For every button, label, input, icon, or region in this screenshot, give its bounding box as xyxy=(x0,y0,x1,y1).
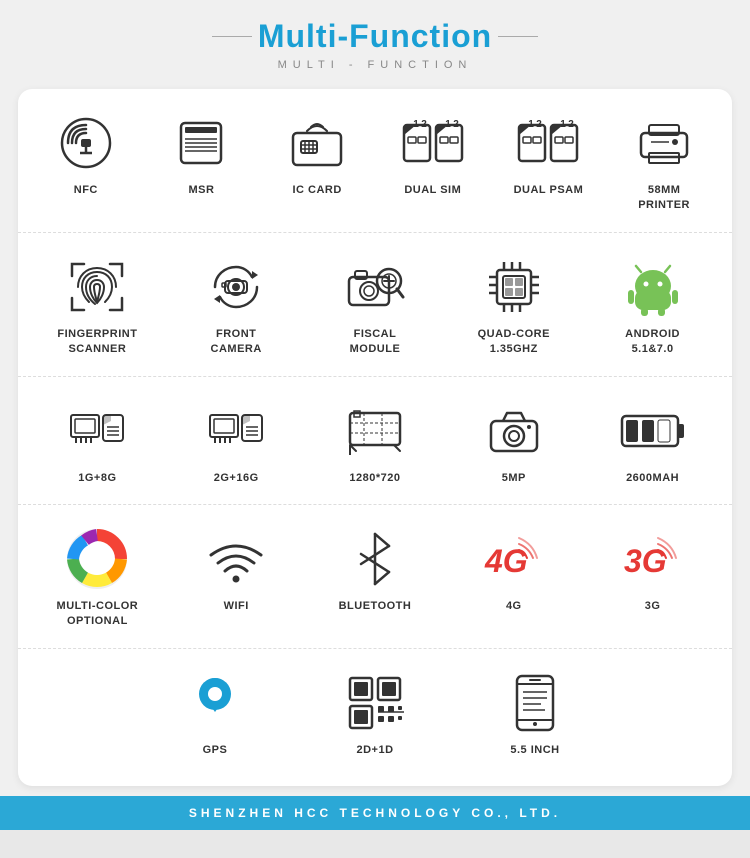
android-label: ANDROID5.1&7.0 xyxy=(625,327,680,358)
feature-dual-psam: 1 2 1 2 DUAL PSAM xyxy=(498,111,598,198)
2g16g-label: 2G+16G xyxy=(214,471,259,486)
feature-4g: 4G 4G xyxy=(464,527,564,614)
page-title: Multi-Function xyxy=(258,18,492,55)
wifi-icon xyxy=(204,527,268,591)
1g8g-label: 1G+8G xyxy=(78,471,116,486)
page-wrapper: Multi-Function MULTI - FUNCTION xyxy=(0,0,750,830)
4g-icon: 4G xyxy=(482,527,546,591)
svg-text:1: 1 xyxy=(445,119,451,130)
feature-2g16g: 2G+16G xyxy=(186,399,286,486)
front-camera-label: FRONTCAMERA xyxy=(211,327,262,358)
feature-fingerprint: FINGERPRINTSCANNER xyxy=(47,255,147,358)
ic-card-label: IC CARD xyxy=(292,183,341,198)
svg-text:1: 1 xyxy=(413,119,419,130)
main-card: NFC MSR xyxy=(18,89,732,786)
feature-msr: MSR xyxy=(151,111,251,198)
feature-3g: 3G 3G xyxy=(603,527,703,614)
2d1d-label: 2D+1D xyxy=(356,743,393,758)
nfc-label: NFC xyxy=(74,183,98,198)
footer: SHENZHEN HCC TECHNOLOGY CO., LTD. xyxy=(0,796,750,830)
3g-icon: 3G xyxy=(621,527,685,591)
feature-ic-card: IC CARD xyxy=(267,111,367,198)
fiscal-label: FISCALMODULE xyxy=(350,327,401,358)
fingerprint-label: FINGERPRINTSCANNER xyxy=(57,327,137,358)
gps-label: GPS xyxy=(203,743,228,758)
multicolor-label: MULTI-COLOROPTIONAL xyxy=(57,599,139,630)
feature-row-3: 1G+8G xyxy=(18,377,732,505)
printer-icon xyxy=(632,111,696,175)
resolution-label: 1280*720 xyxy=(349,471,400,486)
feature-1g8g: 1G+8G xyxy=(47,399,147,486)
header: Multi-Function MULTI - FUNCTION xyxy=(0,0,750,79)
2g16g-icon xyxy=(204,399,268,463)
feature-battery: 2600MAH xyxy=(603,399,703,486)
feature-front-camera: FRONTCAMERA xyxy=(186,255,286,358)
feature-dual-sim: 1 2 1 2 DUAL SIM xyxy=(383,111,483,198)
feature-fiscal: FISCALMODULE xyxy=(325,255,425,358)
feature-android: ANDROID5.1&7.0 xyxy=(603,255,703,358)
android-icon xyxy=(621,255,685,319)
fiscal-module-icon xyxy=(343,255,407,319)
inch-icon xyxy=(503,671,567,735)
svg-text:2: 2 xyxy=(537,119,543,130)
resolution-icon xyxy=(343,399,407,463)
feature-inch: 5.5 INCH xyxy=(485,671,585,758)
printer-label: 58MMPRINTER xyxy=(638,183,690,214)
5mp-label: 5MP xyxy=(502,471,526,486)
feature-row-5: GPS xyxy=(18,649,732,776)
feature-multicolor: MULTI-COLOROPTIONAL xyxy=(47,527,147,630)
feature-gps: GPS xyxy=(165,671,265,758)
feature-wifi: WIFI xyxy=(186,527,286,614)
feature-row-2: FINGERPRINTSCANNER xyxy=(18,233,732,377)
feature-bluetooth: BLUETOOTH xyxy=(325,527,425,614)
svg-text:2: 2 xyxy=(569,119,575,130)
1g8g-icon xyxy=(65,399,129,463)
feature-nfc: NFC xyxy=(36,111,136,198)
5mp-icon xyxy=(482,399,546,463)
feature-row-1: NFC MSR xyxy=(18,89,732,233)
fingerprint-icon xyxy=(65,255,129,319)
bluetooth-icon xyxy=(343,527,407,591)
dual-psam-label: DUAL PSAM xyxy=(514,183,584,198)
bluetooth-label: BLUETOOTH xyxy=(339,599,412,614)
4g-label: 4G xyxy=(506,599,522,614)
wifi-label: WIFI xyxy=(224,599,249,614)
feature-resolution: 1280*720 xyxy=(325,399,425,486)
multicolor-icon xyxy=(65,527,129,591)
msr-icon xyxy=(169,111,233,175)
header-subtitle: MULTI - FUNCTION xyxy=(0,59,750,71)
inch-label: 5.5 INCH xyxy=(510,743,559,758)
dual-psam-icon: 1 2 1 2 xyxy=(516,111,580,175)
front-camera-icon xyxy=(204,255,268,319)
quad-core-icon xyxy=(482,255,546,319)
gps-icon xyxy=(183,671,247,735)
dual-sim-label: DUAL SIM xyxy=(404,183,461,198)
svg-text:1: 1 xyxy=(561,119,567,130)
dual-sim-icon: 1 2 1 2 xyxy=(401,111,465,175)
3g-label: 3G xyxy=(645,599,661,614)
quad-core-label: QUAD-CORE1.35GHZ xyxy=(478,327,550,358)
2d1d-icon xyxy=(343,671,407,735)
svg-text:2: 2 xyxy=(453,119,459,130)
footer-text: SHENZHEN HCC TECHNOLOGY CO., LTD. xyxy=(189,806,561,820)
ic-card-icon xyxy=(285,111,349,175)
feature-row-4: MULTI-COLOROPTIONAL WIFI xyxy=(18,505,732,649)
battery-label: 2600MAH xyxy=(626,471,679,486)
nfc-icon xyxy=(54,111,118,175)
feature-quad-core: QUAD-CORE1.35GHZ xyxy=(464,255,564,358)
feature-2d1d: 2D+1D xyxy=(325,671,425,758)
msr-label: MSR xyxy=(189,183,215,198)
feature-5mp: 5MP xyxy=(464,399,564,486)
svg-text:1: 1 xyxy=(529,119,535,130)
feature-printer: 58MMPRINTER xyxy=(614,111,714,214)
svg-text:2: 2 xyxy=(421,119,427,130)
header-deco: Multi-Function xyxy=(0,18,750,55)
svg-text:4G: 4G xyxy=(484,543,528,579)
battery-icon xyxy=(621,399,685,463)
svg-text:3G: 3G xyxy=(624,543,667,579)
